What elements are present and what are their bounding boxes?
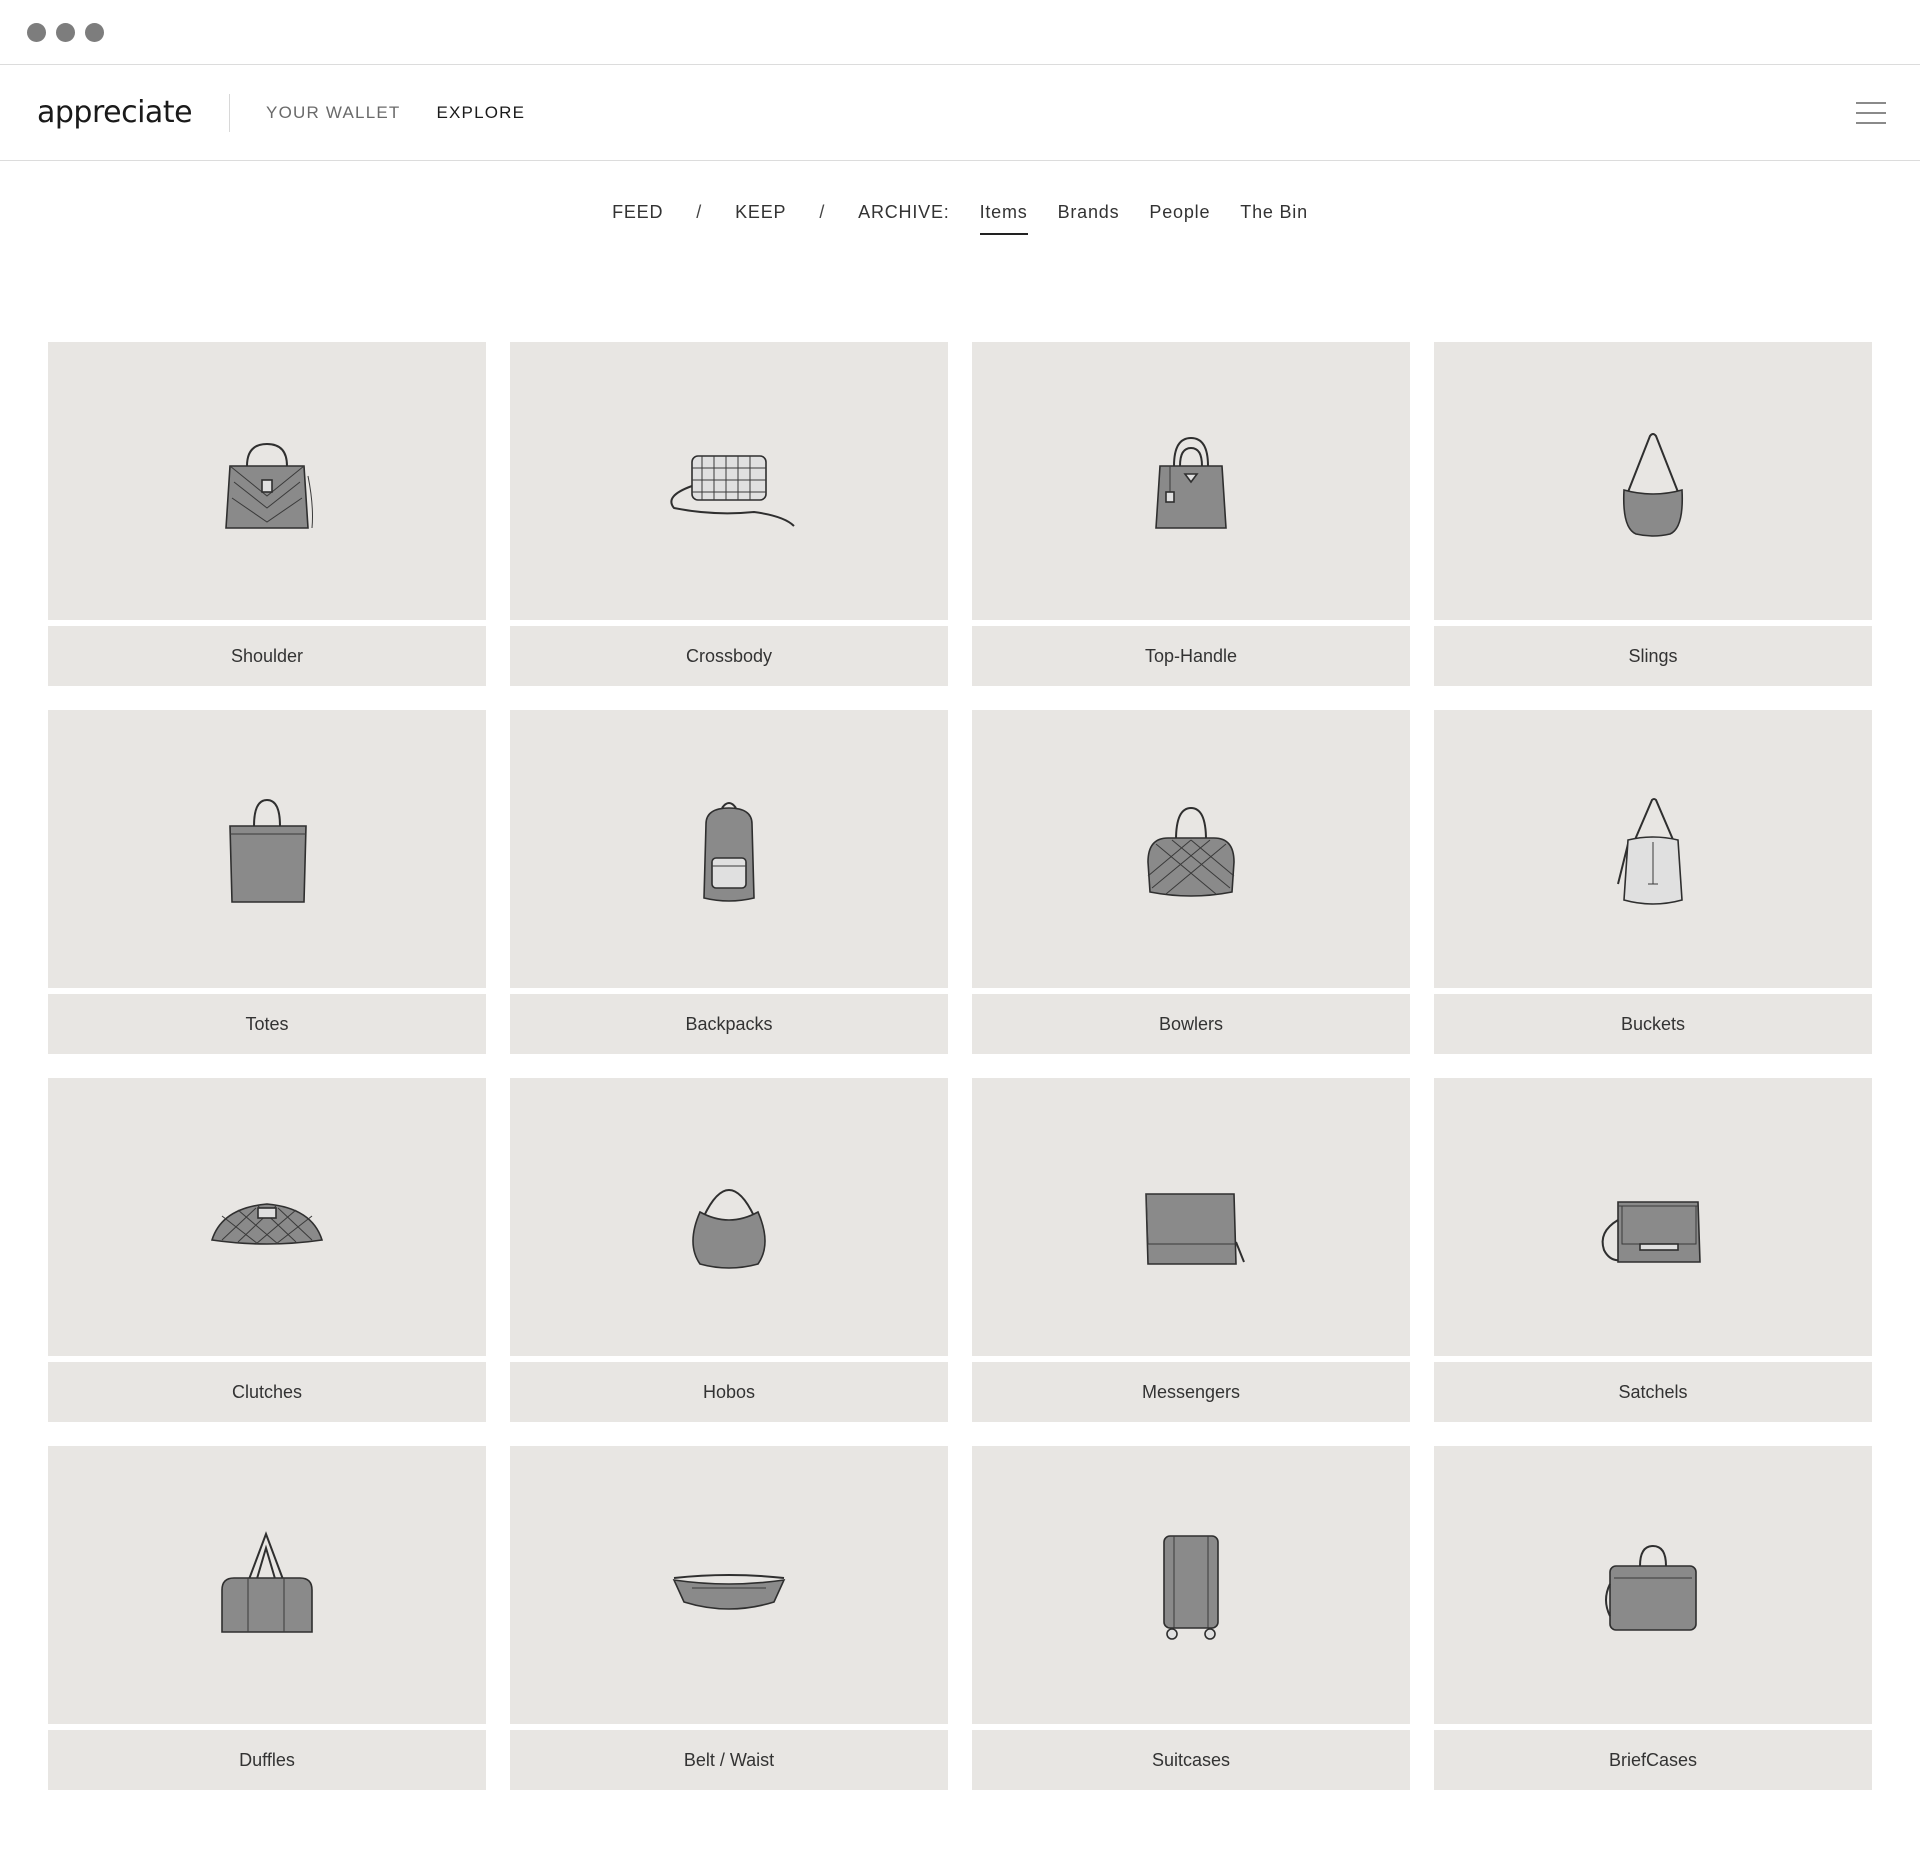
category-card-belt-waist[interactable]: Belt / Waist bbox=[510, 1446, 948, 1790]
card-image bbox=[48, 1078, 486, 1356]
tab-archive[interactable]: ARCHIVE: bbox=[858, 202, 949, 235]
category-card-hobos[interactable]: Hobos bbox=[510, 1078, 948, 1422]
card-image bbox=[48, 710, 486, 988]
tote-bag-icon bbox=[229, 798, 307, 903]
hamburger-menu-icon[interactable] bbox=[1856, 102, 1886, 124]
category-card-backpacks[interactable]: Backpacks bbox=[510, 710, 948, 1054]
bucket-bag-icon bbox=[1617, 798, 1683, 905]
nav-explore[interactable]: EXPLORE bbox=[436, 103, 525, 123]
hobo-bag-icon bbox=[692, 1189, 766, 1269]
duffle-bag-icon bbox=[221, 1531, 313, 1633]
card-label: Suitcases bbox=[972, 1730, 1410, 1790]
category-card-messengers[interactable]: Messengers bbox=[972, 1078, 1410, 1422]
card-label: BriefCases bbox=[1434, 1730, 1872, 1790]
card-label: Messengers bbox=[972, 1362, 1410, 1422]
tab-keep[interactable]: KEEP bbox=[735, 202, 786, 235]
category-card-briefcases[interactable]: BriefCases bbox=[1434, 1446, 1872, 1790]
bowler-bag-icon bbox=[1147, 806, 1235, 897]
window-titlebar bbox=[0, 0, 1920, 65]
category-card-clutches[interactable]: Clutches bbox=[48, 1078, 486, 1422]
card-label: Hobos bbox=[510, 1362, 948, 1422]
belt-bag-icon bbox=[672, 1574, 786, 1610]
card-image bbox=[1434, 1446, 1872, 1724]
breadcrumb-separator: / bbox=[696, 202, 703, 222]
card-label: Backpacks bbox=[510, 994, 948, 1054]
category-card-top-handle[interactable]: Top-Handle bbox=[972, 342, 1410, 686]
nav-your-wallet[interactable]: YOUR WALLET bbox=[266, 103, 400, 123]
clutch-bag-icon bbox=[210, 1203, 324, 1245]
satchel-bag-icon bbox=[1601, 1201, 1701, 1263]
card-image bbox=[972, 710, 1410, 988]
card-label: Duffles bbox=[48, 1730, 486, 1790]
category-grid: Shoulder Crossbody Top-Handle Slings Tot… bbox=[48, 342, 1872, 1790]
messenger-bag-icon bbox=[1145, 1193, 1245, 1265]
card-image bbox=[48, 1446, 486, 1724]
card-image bbox=[972, 342, 1410, 620]
card-image bbox=[1434, 342, 1872, 620]
category-card-totes[interactable]: Totes bbox=[48, 710, 486, 1054]
card-label: Buckets bbox=[1434, 994, 1872, 1054]
card-label: Top-Handle bbox=[972, 626, 1410, 686]
card-image bbox=[1434, 710, 1872, 988]
card-image bbox=[1434, 1078, 1872, 1356]
sub-navigation: FEED / KEEP / ARCHIVE: Items Brands Peop… bbox=[0, 161, 1920, 279]
category-card-crossbody[interactable]: Crossbody bbox=[510, 342, 948, 686]
briefcase-icon bbox=[1605, 1544, 1697, 1631]
top-handle-bag-icon bbox=[1155, 436, 1227, 529]
card-image bbox=[510, 1078, 948, 1356]
window-minimize-dot[interactable] bbox=[56, 22, 75, 42]
category-card-slings[interactable]: Slings bbox=[1434, 342, 1872, 686]
card-image bbox=[510, 710, 948, 988]
sling-bag-icon bbox=[1622, 433, 1684, 537]
breadcrumb-separator: / bbox=[819, 202, 826, 222]
card-image bbox=[972, 1078, 1410, 1356]
card-image bbox=[972, 1446, 1410, 1724]
card-label: Totes bbox=[48, 994, 486, 1054]
card-label: Belt / Waist bbox=[510, 1730, 948, 1790]
tab-items[interactable]: Items bbox=[979, 202, 1028, 235]
card-label: Bowlers bbox=[972, 994, 1410, 1054]
category-card-bowlers[interactable]: Bowlers bbox=[972, 710, 1410, 1054]
tab-brands[interactable]: Brands bbox=[1058, 202, 1120, 235]
card-image bbox=[510, 1446, 948, 1724]
tab-people[interactable]: People bbox=[1149, 202, 1210, 235]
card-image bbox=[48, 342, 486, 620]
card-label: Shoulder bbox=[48, 626, 486, 686]
card-image bbox=[510, 342, 948, 620]
header-divider bbox=[229, 93, 231, 132]
logo[interactable]: appreciate bbox=[37, 95, 193, 130]
category-card-buckets[interactable]: Buckets bbox=[1434, 710, 1872, 1054]
site-header: appreciate YOUR WALLET EXPLORE bbox=[0, 65, 1920, 161]
window-close-dot[interactable] bbox=[27, 22, 46, 42]
category-card-shoulder[interactable]: Shoulder bbox=[48, 342, 486, 686]
card-label: Crossbody bbox=[510, 626, 948, 686]
card-label: Slings bbox=[1434, 626, 1872, 686]
backpack-icon bbox=[703, 802, 755, 902]
card-label: Satchels bbox=[1434, 1362, 1872, 1422]
category-card-satchels[interactable]: Satchels bbox=[1434, 1078, 1872, 1422]
tab-feed[interactable]: FEED bbox=[612, 202, 663, 235]
card-label: Clutches bbox=[48, 1362, 486, 1422]
category-card-duffles[interactable]: Duffles bbox=[48, 1446, 486, 1790]
tab-the-bin[interactable]: The Bin bbox=[1240, 202, 1308, 235]
shoulder-bag-icon bbox=[225, 442, 313, 529]
crossbody-bag-icon bbox=[670, 455, 795, 527]
category-card-suitcases[interactable]: Suitcases bbox=[972, 1446, 1410, 1790]
suitcase-icon bbox=[1163, 1535, 1219, 1640]
window-maximize-dot[interactable] bbox=[85, 22, 104, 42]
